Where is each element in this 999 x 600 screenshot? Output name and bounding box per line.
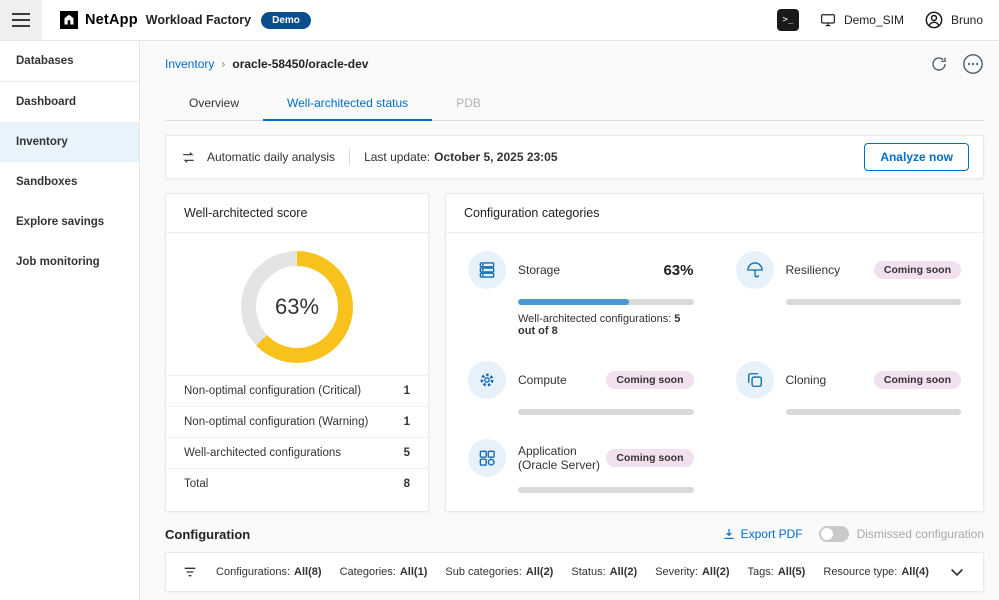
breadcrumb-separator: › (221, 57, 225, 71)
sidebar-item-dashboard[interactable]: Dashboard (0, 82, 139, 122)
configuration-header: Configuration Export PDF Dismissed confi… (165, 526, 984, 542)
score-card-title: Well-architected score (166, 194, 428, 233)
dismissed-configuration-toggle-wrap: Dismissed configuration (819, 526, 984, 542)
chevron-down-icon[interactable] (947, 562, 967, 582)
refresh-icon[interactable] (930, 55, 948, 73)
export-pdf-button[interactable]: Export PDF (722, 527, 803, 541)
netapp-brand: NetApp (60, 11, 138, 29)
main-content: Inventory › oracle-58450/oracle-dev Over… (141, 41, 999, 600)
application-icon (468, 439, 506, 477)
application-coming-soon-badge: Coming soon (606, 449, 693, 467)
filter-status[interactable]: Status:All(2) (571, 566, 637, 578)
more-options-icon[interactable] (962, 53, 984, 75)
sidebar-item-job-monitoring[interactable]: Job monitoring (0, 242, 139, 282)
analysis-mode-label: Automatic daily analysis (207, 150, 335, 164)
cloning-progress-bar (786, 409, 962, 415)
cloning-icon (736, 361, 774, 399)
breadcrumb-current: oracle-58450/oracle-dev (232, 57, 368, 71)
category-storage: Storage 63% Well-architected configurati… (468, 251, 694, 337)
connector-menu[interactable]: Demo_SIM (819, 11, 904, 29)
configuration-title: Configuration (165, 527, 250, 542)
compute-coming-soon-badge: Coming soon (606, 371, 693, 389)
storage-subtext: Well-architected configurations:5 out of… (518, 313, 694, 337)
filter-icon[interactable] (182, 564, 198, 580)
cloning-coming-soon-badge: Coming soon (874, 371, 961, 389)
connector-name: Demo_SIM (844, 13, 904, 27)
compute-icon (468, 361, 506, 399)
resiliency-icon (736, 251, 774, 289)
top-bar: NetApp Workload Factory Demo >_ Demo_SIM… (0, 0, 999, 41)
filter-tags[interactable]: Tags:All(5) (748, 566, 806, 578)
user-name: Bruno (951, 13, 983, 27)
demo-badge: Demo (261, 12, 311, 29)
configuration-filter-bar: Configurations:All(8) Categories:All(1) … (165, 552, 984, 592)
filter-severity[interactable]: Severity:All(2) (655, 566, 729, 578)
score-row-well-architected: Well-architected configurations5 (166, 437, 428, 468)
resiliency-progress-bar (786, 299, 962, 305)
category-application: Application (Oracle Server) Coming soon (468, 439, 694, 493)
breadcrumb: Inventory › oracle-58450/oracle-dev (165, 53, 984, 75)
storage-icon (468, 251, 506, 289)
score-row-warning: Non-optimal configuration (Warning)1 (166, 406, 428, 437)
hamburger-menu-icon[interactable] (0, 0, 42, 40)
configuration-categories-card: Configuration categories Storage 63% W (445, 193, 984, 512)
tab-pdb[interactable]: PDB (432, 87, 505, 120)
tab-overview[interactable]: Overview (165, 87, 263, 120)
analysis-bar: Automatic daily analysis Last update: Oc… (165, 135, 984, 179)
well-architected-score-card: Well-architected score 63% Non-optimal c… (165, 193, 429, 512)
filter-resource-type[interactable]: Resource type:All(4) (823, 566, 928, 578)
score-row-total: Total8 (166, 468, 428, 499)
filter-configurations[interactable]: Configurations:All(8) (216, 566, 322, 578)
category-cloning: Cloning Coming soon (736, 361, 962, 415)
score-percent: 63% (275, 294, 319, 320)
filter-sub-categories[interactable]: Sub categories:All(2) (445, 566, 553, 578)
divider (349, 149, 350, 165)
tab-well-architected-status[interactable]: Well-architected status (263, 87, 432, 121)
connector-icon (819, 11, 837, 29)
category-resiliency: Resiliency Coming soon (736, 251, 962, 305)
terminal-icon[interactable]: >_ (777, 9, 799, 31)
sidebar-item-sandboxes[interactable]: Sandboxes (0, 162, 139, 202)
sidebar: Databases Dashboard Inventory Sandboxes … (0, 41, 140, 600)
compute-progress-bar (518, 409, 694, 415)
netapp-logo-icon (60, 11, 78, 29)
last-update-value: October 5, 2025 23:05 (434, 150, 557, 164)
storage-percent: 63% (663, 262, 693, 279)
topbar-right: >_ Demo_SIM Bruno (777, 9, 999, 31)
auto-analysis-icon (180, 149, 197, 166)
dismissed-configuration-toggle[interactable] (819, 526, 849, 542)
download-icon (722, 527, 736, 541)
tab-bar: Overview Well-architected status PDB (165, 87, 984, 121)
user-menu[interactable]: Bruno (924, 10, 983, 30)
sidebar-item-explore-savings[interactable]: Explore savings (0, 202, 139, 242)
last-update-label: Last update: (364, 150, 430, 164)
user-icon (924, 10, 944, 30)
sidebar-item-databases[interactable]: Databases (0, 41, 139, 82)
product-name: Workload Factory (146, 13, 251, 27)
resiliency-coming-soon-badge: Coming soon (874, 261, 961, 279)
dismissed-configuration-label: Dismissed configuration (857, 527, 984, 541)
storage-progress-bar (518, 299, 694, 305)
breadcrumb-inventory-link[interactable]: Inventory (165, 57, 214, 71)
sidebar-item-inventory[interactable]: Inventory (0, 122, 139, 162)
score-row-critical: Non-optimal configuration (Critical)1 (166, 375, 428, 406)
analyze-now-button[interactable]: Analyze now (864, 143, 969, 171)
application-progress-bar (518, 487, 694, 493)
filter-categories[interactable]: Categories:All(1) (340, 566, 428, 578)
category-compute: Compute Coming soon (468, 361, 694, 415)
categories-card-title: Configuration categories (446, 194, 983, 233)
score-donut-chart: 63% (241, 251, 353, 363)
brand-name: NetApp (85, 12, 138, 28)
